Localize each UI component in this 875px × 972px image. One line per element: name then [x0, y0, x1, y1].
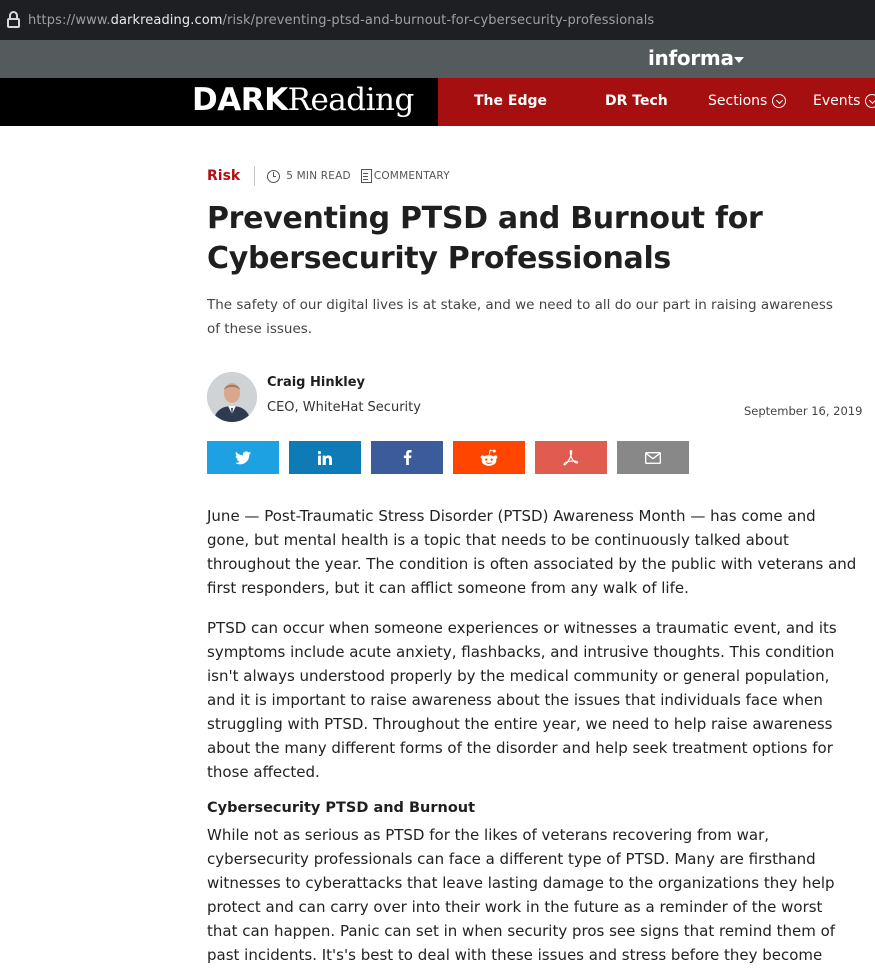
twitter-icon [235, 450, 251, 464]
darkreading-logo[interactable]: DARKReading [192, 82, 414, 118]
publish-date: September 16, 2019 [744, 404, 863, 418]
article-paragraph: While not as serious as PTSD for the lik… [207, 826, 836, 972]
lock-icon[interactable] [0, 0, 28, 40]
article-paragraph: PTSD can occur when someone experiences … [207, 619, 837, 781]
share-linkedin-button[interactable] [289, 441, 361, 474]
chevron-down-icon [865, 94, 875, 108]
main-nav: DARKReading The Edge DR Tech Sections Ev… [0, 78, 875, 126]
read-time: 5 MIN READ [286, 170, 351, 182]
share-email-button[interactable] [617, 441, 689, 474]
share-facebook-button[interactable] [371, 441, 443, 474]
category-link[interactable]: Risk [207, 168, 240, 184]
share-reddit-button[interactable] [453, 441, 525, 474]
chevron-down-icon [772, 94, 787, 108]
section-heading: Cybersecurity PTSD and Burnout [207, 800, 476, 816]
pdf-icon [563, 449, 579, 465]
author-name[interactable]: Craig Hinkley [267, 375, 365, 390]
email-icon [645, 451, 661, 464]
article-paragraph: June — Post-Traumatic Stress Disorder (P… [207, 507, 857, 597]
facebook-icon [403, 450, 412, 465]
divider [254, 166, 256, 186]
author-role: CEO, WhiteHat Security [267, 400, 421, 415]
address-bar[interactable]: https://www.darkreading.com/risk/prevent… [0, 0, 875, 40]
caret-down-icon[interactable] [734, 57, 744, 63]
share-twitter-button[interactable] [207, 441, 279, 474]
article-meta: Risk 5 MIN READ COMMENTARY [207, 166, 450, 186]
nav-item-sections[interactable]: Sections [708, 93, 787, 109]
article-type: COMMENTARY [373, 170, 450, 182]
reddit-icon [480, 449, 498, 466]
article-subtitle: The safety of our digital lives is at st… [207, 297, 833, 337]
nav-item-events[interactable]: Events [813, 93, 875, 109]
url-text[interactable]: https://www.darkreading.com/risk/prevent… [28, 13, 654, 28]
article-title: Preventing PTSD and Burnout for Cybersec… [207, 201, 763, 276]
avatar[interactable] [207, 372, 257, 422]
document-icon [360, 169, 372, 183]
nav-item-the-edge[interactable]: The Edge [474, 93, 547, 109]
informa-brand[interactable]: informa [648, 46, 734, 70]
linkedin-icon [318, 450, 332, 465]
clock-icon [267, 169, 281, 183]
nav-item-dr-tech[interactable]: DR Tech [605, 93, 668, 109]
logo-area: DARKReading [0, 78, 438, 126]
share-pdf-button[interactable] [535, 441, 607, 474]
